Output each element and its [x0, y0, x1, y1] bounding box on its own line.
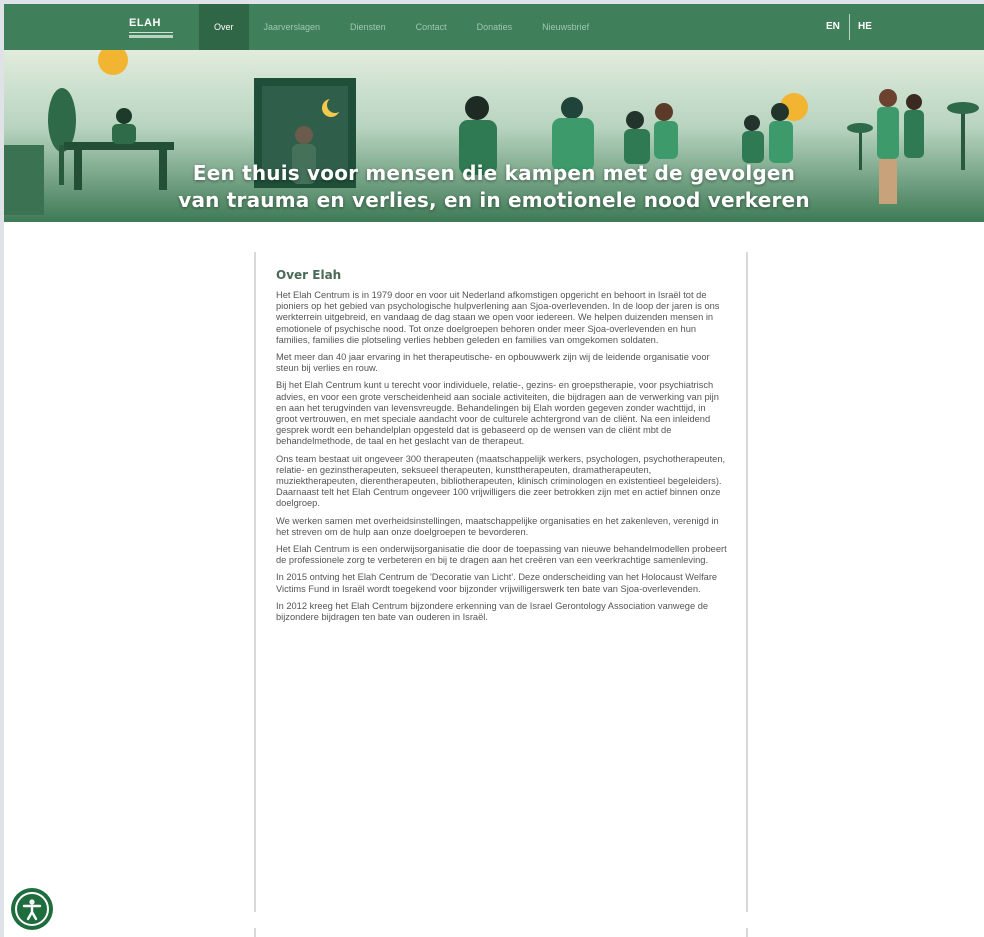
person-head-shape [655, 103, 673, 121]
person-head-shape [561, 97, 583, 119]
nav-item-diensten[interactable]: Diensten [335, 4, 401, 50]
nav-item-donaties[interactable]: Donaties [462, 4, 528, 50]
person-body-shape [904, 110, 924, 158]
article-paragraph: Met meer dan 40 jaar ervaring in het the… [276, 352, 710, 374]
logo-divider [129, 32, 173, 33]
article-paragraph: In 2012 kreeg het Elah Centrum bijzonder… [276, 600, 709, 623]
article-paragraph: Bij het Elah Centrum kunt u terecht voor… [276, 380, 719, 447]
language-en[interactable]: EN [826, 4, 840, 50]
elah-logo[interactable]: ELAH [129, 18, 173, 38]
person-body-shape [742, 131, 764, 163]
person-body-shape [624, 129, 650, 164]
hero-title-line-2: van trauma en verlies, en in emotionele … [178, 188, 810, 212]
person-body-shape [654, 121, 678, 159]
hero-title-line-1: Een thuis voor mensen die kampen met de … [192, 161, 796, 185]
language-divider [849, 14, 850, 40]
article-heading: Over Elah [276, 268, 342, 282]
logo-tagline-mark [129, 35, 173, 38]
language-he[interactable]: HE [858, 4, 872, 50]
about-article: Over Elah Het Elah Centrum is in 1979 do… [276, 268, 728, 629]
top-navigation: ELAH Over Jaarverslagen Diensten Contact… [4, 4, 984, 50]
logo-text: ELAH [129, 17, 161, 29]
hero-banner: Een thuis voor mensen die kampen met de … [4, 50, 984, 222]
hero-title: Een thuis voor mensen die kampen met de … [4, 160, 984, 214]
content-border-right-lower [746, 928, 748, 937]
person-head-shape [906, 94, 922, 110]
palm-leaves-shape [947, 102, 979, 114]
person-head-shape [879, 89, 897, 107]
article-paragraph: We werken samen met overheidsinstellinge… [276, 515, 719, 537]
person-body-shape [877, 107, 899, 159]
person-body-shape [112, 124, 136, 144]
content-border-left-lower [254, 928, 256, 937]
nav-item-over[interactable]: Over [199, 4, 249, 50]
nav-item-nieuwsbrief[interactable]: Nieuwsbrief [527, 4, 604, 50]
person-head-shape [465, 96, 489, 120]
page: ELAH Over Jaarverslagen Diensten Contact… [4, 4, 984, 937]
article-paragraph: In 2015 ontving het Elah Centrum de 'Dec… [276, 572, 718, 594]
person-head-shape [771, 103, 789, 121]
article-paragraph: Ons team bestaat uit ongeveer 300 therap… [276, 453, 726, 509]
accessibility-button[interactable] [11, 888, 53, 930]
person-head-shape [116, 108, 132, 124]
person-head-shape [295, 126, 313, 144]
accessibility-icon [15, 892, 49, 926]
content-border-right [746, 252, 748, 912]
palm-leaves-shape [847, 123, 873, 133]
nav-item-jaarverslagen[interactable]: Jaarverslagen [249, 4, 336, 50]
article-paragraph: Het Elah Centrum is in 1979 door en voor… [276, 290, 720, 345]
content-border-left [254, 252, 256, 912]
nav-menu: Over Jaarverslagen Diensten Contact Dona… [199, 4, 604, 50]
moon-cutout-shape [327, 97, 343, 113]
sun-shape [98, 50, 128, 75]
person-body-shape [769, 121, 793, 163]
person-head-shape [626, 111, 644, 129]
article-paragraph: Het Elah Centrum is een onderwijsorganis… [276, 544, 727, 566]
nav-item-contact[interactable]: Contact [401, 4, 462, 50]
person-head-shape [744, 115, 760, 131]
